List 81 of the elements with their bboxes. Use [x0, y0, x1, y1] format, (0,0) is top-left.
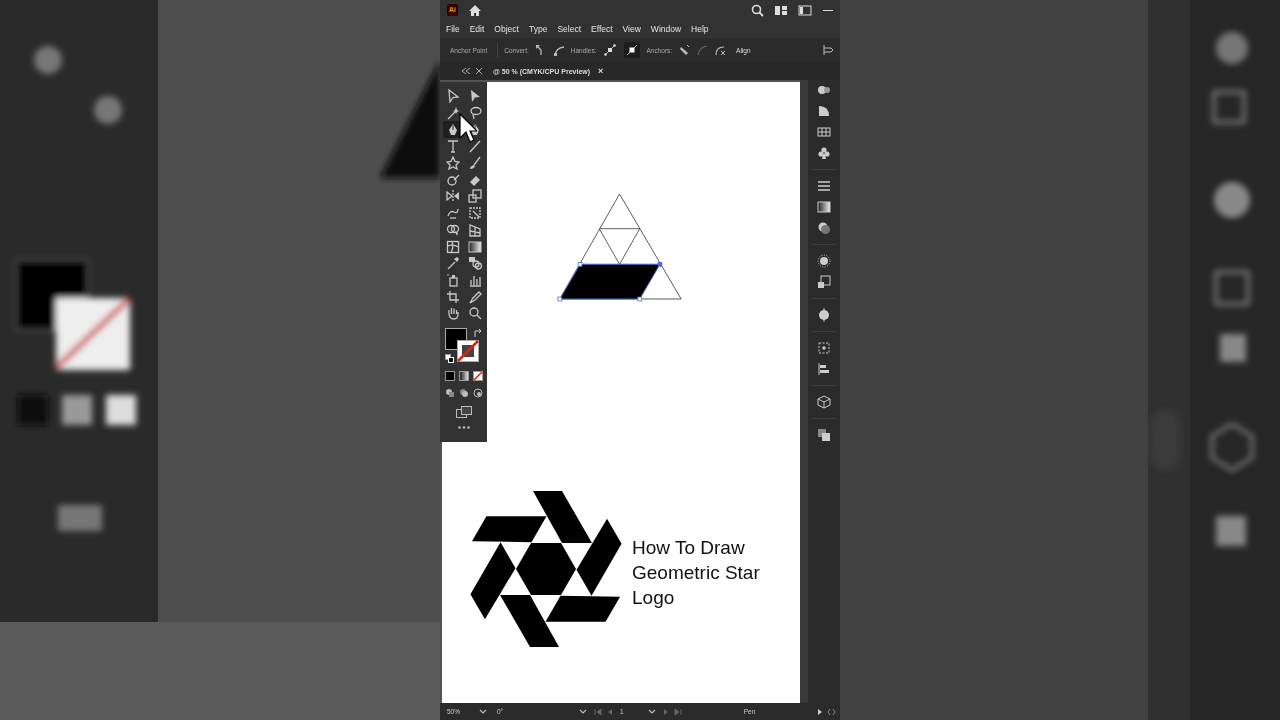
play-icon[interactable] [817, 707, 823, 716]
circles-icon[interactable] [817, 221, 831, 235]
dial-icon[interactable] [817, 308, 831, 322]
close-icon[interactable] [476, 68, 482, 74]
gradient-mode-icon[interactable] [458, 370, 469, 381]
next-icon[interactable] [663, 707, 669, 716]
menu-item[interactable]: Effect [591, 24, 613, 34]
menu-item[interactable]: Select [557, 24, 581, 34]
chevron-icon[interactable] [479, 709, 487, 714]
cube-icon[interactable] [817, 395, 831, 409]
panel-layout-icon[interactable] [798, 4, 812, 16]
logo-title: How To Draw Geometric Star Logo [632, 536, 761, 610]
menu-item[interactable]: Edit [469, 24, 485, 34]
more-icon[interactable] [457, 425, 470, 429]
spray-can-icon[interactable] [445, 272, 460, 287]
type-icon[interactable] [445, 139, 460, 154]
layers-icon[interactable] [817, 428, 831, 442]
workspace-icon[interactable] [774, 4, 788, 16]
align-left-icon[interactable] [822, 44, 834, 56]
draw-inside-icon[interactable] [472, 387, 483, 398]
scale-icon[interactable] [467, 189, 482, 204]
previous-icon[interactable] [607, 707, 613, 716]
lines-icon[interactable] [817, 179, 831, 193]
eyedropper-icon[interactable] [445, 256, 460, 271]
none-mode-icon[interactable] [472, 370, 483, 381]
star-icon[interactable] [445, 156, 460, 171]
gradient-icon[interactable] [467, 239, 482, 254]
search-icon[interactable] [751, 3, 764, 17]
menu-item[interactable]: View [622, 24, 641, 34]
brush-icon[interactable] [467, 156, 482, 171]
wand-icon[interactable] [445, 106, 460, 121]
menu-item[interactable]: Window [650, 24, 682, 34]
artboard-icon[interactable] [445, 289, 460, 304]
selection-arrow-icon[interactable] [445, 89, 460, 104]
remove-anchor-icon[interactable] [678, 44, 691, 56]
first-page-icon[interactable] [594, 707, 603, 716]
last-page-icon[interactable] [673, 707, 682, 716]
chevron-icon[interactable] [648, 709, 656, 714]
menu-item[interactable]: Type [528, 24, 548, 34]
smooth-point-icon[interactable] [552, 44, 565, 56]
menu-item[interactable]: Object [494, 24, 519, 34]
transform-icon[interactable] [467, 206, 482, 221]
hide-handles-button[interactable] [624, 42, 641, 58]
align-icon[interactable] [817, 362, 831, 376]
color-guide-icon[interactable] [817, 83, 831, 97]
cut-path-icon[interactable] [714, 44, 727, 56]
lasso-icon[interactable] [467, 106, 482, 121]
draw-normal-icon[interactable] [444, 387, 455, 398]
reflect-icon[interactable] [445, 189, 460, 204]
scrollbar[interactable] [800, 80, 808, 703]
tab-close-button[interactable]: × [594, 66, 608, 76]
color-mode-icon[interactable] [444, 370, 455, 381]
squares-icon[interactable] [817, 275, 831, 289]
mesh-icon[interactable] [445, 239, 460, 254]
hand-icon[interactable] [445, 306, 460, 321]
sun-icon[interactable] [817, 254, 831, 268]
warp-icon[interactable] [445, 206, 460, 221]
show-handles-button[interactable] [602, 42, 619, 58]
perspective-icon[interactable] [467, 222, 482, 237]
dashed-square-icon[interactable] [817, 341, 831, 355]
line-icon[interactable] [467, 139, 482, 154]
collapse-icon[interactable] [462, 68, 470, 74]
stroke-swatch-icon[interactable] [456, 339, 479, 362]
search-icon[interactable] [467, 306, 482, 321]
shape-builder-icon[interactable] [445, 222, 460, 237]
chevron-icon[interactable] [579, 709, 587, 714]
menu-item[interactable]: File [446, 24, 460, 34]
draw-behind-icon[interactable] [458, 387, 469, 398]
default-colors-icon[interactable] [444, 353, 454, 363]
mouse-cursor-icon [459, 113, 477, 143]
expand-icon[interactable] [827, 707, 836, 716]
shaper-icon[interactable] [445, 172, 460, 187]
screen-mode-icon[interactable] [455, 405, 472, 418]
home-icon[interactable] [468, 3, 482, 17]
swatch-grid-icon[interactable] [817, 125, 831, 139]
club-icon[interactable] [817, 146, 831, 160]
swap-arrow-icon[interactable] [473, 328, 483, 338]
gradient-icon[interactable] [817, 200, 831, 214]
knife-icon[interactable] [467, 289, 482, 304]
menu-item[interactable]: Help [691, 24, 709, 34]
blend-icon[interactable] [467, 256, 482, 271]
